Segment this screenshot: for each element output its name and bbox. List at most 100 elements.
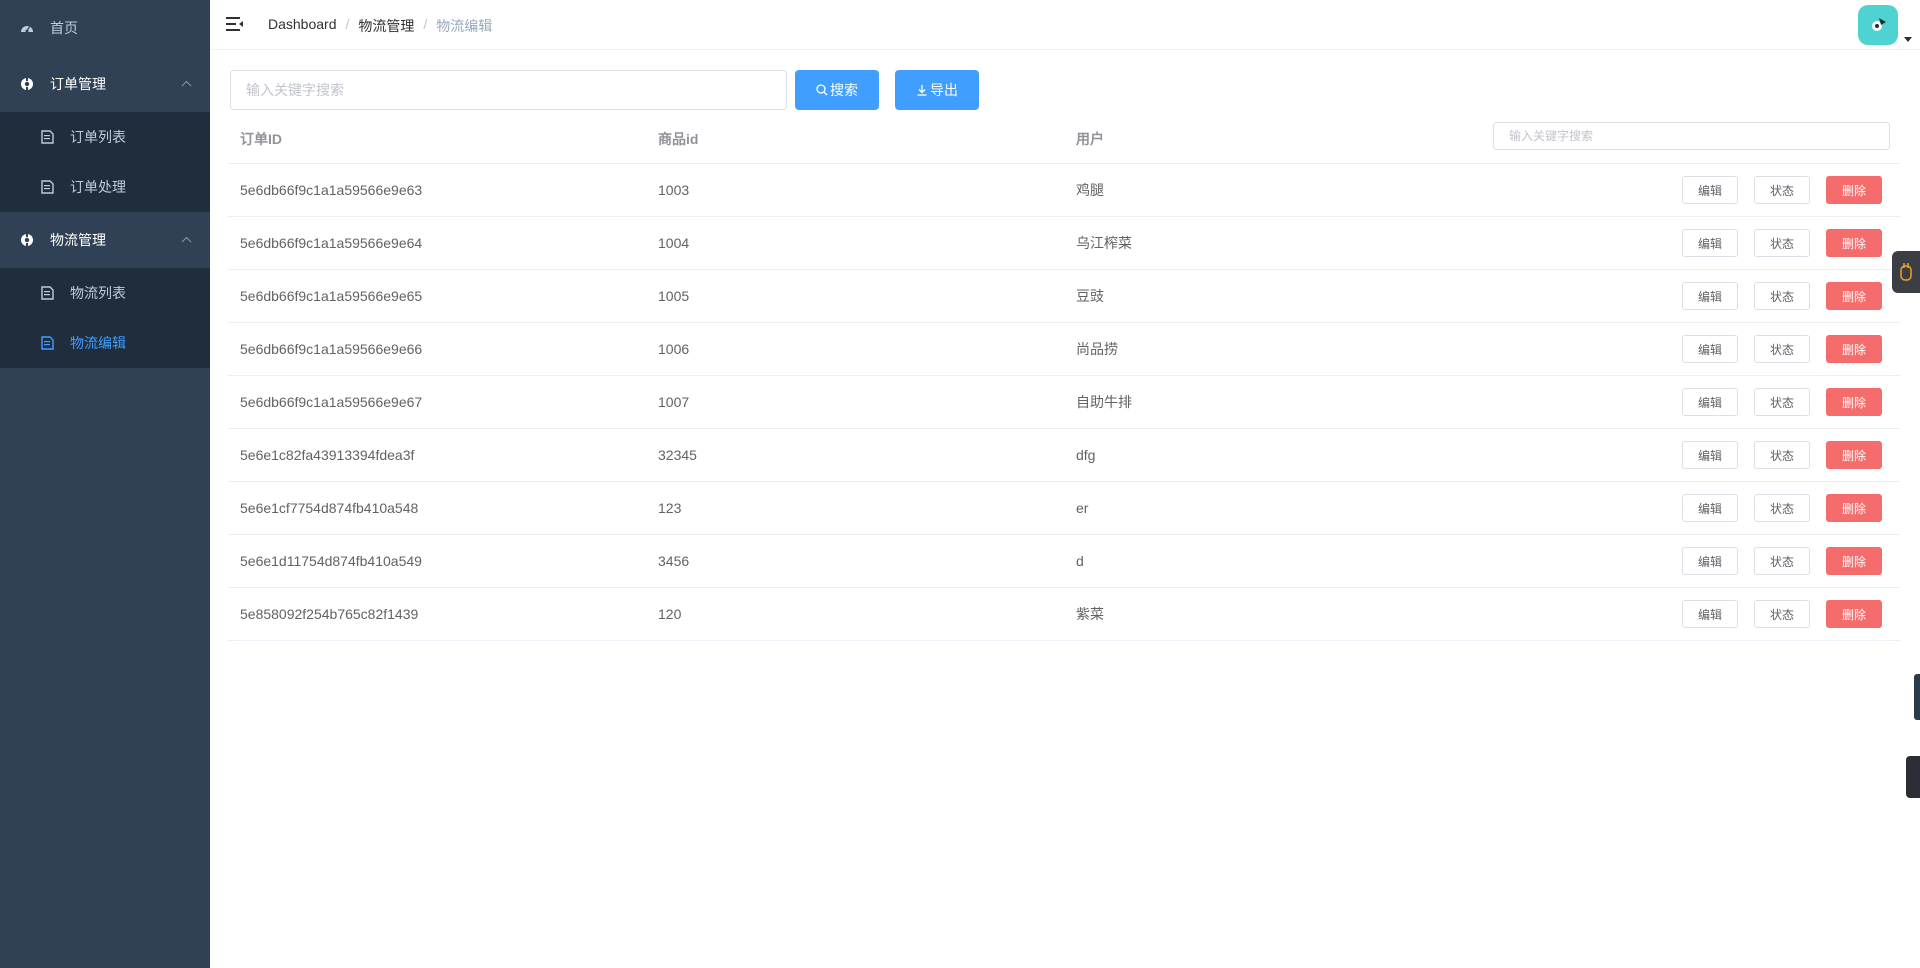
- sidebar-item-home[interactable]: 首页: [0, 0, 210, 56]
- delete-button[interactable]: 删除: [1826, 282, 1882, 310]
- delete-button[interactable]: 删除: [1826, 494, 1882, 522]
- cell-product-id: 1005: [658, 288, 690, 304]
- status-button[interactable]: 状态: [1754, 441, 1810, 469]
- submenu-logistics[interactable]: 物流管理: [0, 212, 210, 268]
- cell-product-id: 1004: [658, 235, 690, 251]
- column-header-order-id: 订单ID: [240, 131, 282, 147]
- export-button[interactable]: 导出: [895, 70, 979, 110]
- chevron-up-icon: [181, 236, 192, 247]
- sidebar-item-logistics-edit[interactable]: 物流编辑: [0, 318, 210, 368]
- sidebar-item-order-list[interactable]: 订单列表: [0, 112, 210, 162]
- submenu-title-label: 物流管理: [50, 232, 106, 248]
- cell-user: 豆豉: [1076, 288, 1104, 304]
- cell-order-id: 5e6e1cf7754d874fb410a548: [240, 500, 419, 516]
- breadcrumb-item-logistics[interactable]: 物流管理: [358, 16, 414, 36]
- table-row: 5e6db66f9c1a1a59566e9e64 1004 乌江榨菜 编辑 状态 删除: [228, 217, 1900, 270]
- row-actions: 编辑 状态 删除: [1482, 547, 1900, 575]
- delete-button[interactable]: 删除: [1826, 600, 1882, 628]
- cell-user: 乌江榨菜: [1076, 235, 1132, 251]
- row-actions: 编辑 状态 删除: [1482, 494, 1900, 522]
- cell-order-id: 5e6db66f9c1a1a59566e9e67: [240, 394, 423, 410]
- component-icon: [20, 77, 34, 91]
- cell-user: 尚品捞: [1076, 341, 1118, 357]
- delete-button[interactable]: 删除: [1826, 441, 1882, 469]
- status-button[interactable]: 状态: [1754, 176, 1810, 204]
- breadcrumb-separator: /: [423, 16, 428, 32]
- status-button[interactable]: 状态: [1754, 494, 1810, 522]
- table-row: 5e6e1c82fa43913394fdea3f 32345 dfg 编辑 状态 删除: [228, 429, 1900, 482]
- delete-button[interactable]: 删除: [1826, 229, 1882, 257]
- cell-user: er: [1076, 500, 1089, 516]
- sidebar-item-order-process[interactable]: 订单处理: [0, 162, 210, 212]
- edit-button[interactable]: 编辑: [1682, 600, 1738, 628]
- edit-button[interactable]: 编辑: [1682, 335, 1738, 363]
- search-button[interactable]: 搜索: [795, 70, 879, 110]
- edit-button[interactable]: 编辑: [1682, 494, 1738, 522]
- table-row: 5e6db66f9c1a1a59566e9e65 1005 豆豉 编辑 状态 删除: [228, 270, 1900, 323]
- table-header: 订单ID 商品id 用户: [228, 115, 1900, 164]
- delete-button[interactable]: 删除: [1826, 388, 1882, 416]
- delete-button[interactable]: 删除: [1826, 547, 1882, 575]
- document-icon: [40, 336, 54, 350]
- status-button[interactable]: 状态: [1754, 547, 1810, 575]
- breadcrumb: Dashboard / 物流管理 / 物流编辑: [268, 16, 492, 36]
- status-button[interactable]: 状态: [1754, 282, 1810, 310]
- user-menu[interactable]: [1858, 5, 1912, 45]
- cell-user: 紫菜: [1076, 606, 1104, 622]
- cell-order-id: 5e6e1d11754d874fb410a549: [240, 553, 422, 569]
- search-input[interactable]: [230, 70, 787, 110]
- submenu-orders[interactable]: 订单管理: [0, 56, 210, 112]
- cell-user: 自助牛排: [1076, 394, 1132, 410]
- table-row: 5e6e1cf7754d874fb410a548 123 er 编辑 状态 删除: [228, 482, 1900, 535]
- cell-order-id: 5e6db66f9c1a1a59566e9e65: [240, 288, 423, 304]
- cell-order-id: 5e6db66f9c1a1a59566e9e66: [240, 341, 423, 357]
- column-header-product-id: 商品id: [658, 131, 699, 147]
- floating-handle[interactable]: [1906, 756, 1920, 798]
- edit-button[interactable]: 编辑: [1682, 282, 1738, 310]
- document-icon: [40, 286, 54, 300]
- cell-order-id: 5e858092f254b765c82f1439: [240, 606, 419, 622]
- floating-tab[interactable]: [1914, 674, 1920, 720]
- delete-button[interactable]: 删除: [1826, 335, 1882, 363]
- table-row: 5e6db66f9c1a1a59566e9e63 1003 鸡腿 编辑 状态 删除: [228, 164, 1900, 217]
- table-row: 5e858092f254b765c82f1439 120 紫菜 编辑 状态 删除: [228, 588, 1900, 641]
- export-button-label: 导出: [930, 82, 958, 98]
- cell-product-id: 32345: [658, 447, 697, 463]
- table-row: 5e6db66f9c1a1a59566e9e67 1007 自助牛排 编辑 状态 删除: [228, 376, 1900, 429]
- chevron-up-icon: [181, 80, 192, 91]
- navbar: Dashboard / 物流管理 / 物流编辑: [210, 0, 1920, 50]
- status-button[interactable]: 状态: [1754, 335, 1810, 363]
- edit-button[interactable]: 编辑: [1682, 441, 1738, 469]
- submenu-title-label: 订单管理: [50, 76, 106, 92]
- column-header-user: 用户: [1076, 131, 1104, 147]
- row-actions: 编辑 状态 删除: [1482, 388, 1900, 416]
- sidebar: 首页 订单管理 订单列表 订单处理 物流管理 物流列表 物流编辑: [0, 0, 210, 968]
- edit-button[interactable]: 编辑: [1682, 229, 1738, 257]
- row-actions: 编辑 状态 删除: [1482, 335, 1900, 363]
- sidebar-item-label: 首页: [50, 20, 78, 36]
- delete-button[interactable]: 删除: [1826, 176, 1882, 204]
- cell-order-id: 5e6db66f9c1a1a59566e9e63: [240, 182, 423, 198]
- floating-tool-button[interactable]: [1892, 251, 1920, 293]
- sidebar-item-logistics-list[interactable]: 物流列表: [0, 268, 210, 318]
- cell-product-id: 120: [658, 606, 682, 622]
- search-icon: [816, 84, 828, 96]
- edit-button[interactable]: 编辑: [1682, 388, 1738, 416]
- document-icon: [40, 180, 54, 194]
- table-body: 5e6db66f9c1a1a59566e9e63 1003 鸡腿 编辑 状态 删除 5e6d…: [228, 164, 1900, 641]
- edit-button[interactable]: 编辑: [1682, 176, 1738, 204]
- cell-order-id: 5e6e1c82fa43913394fdea3f: [240, 447, 415, 463]
- cell-product-id: 1003: [658, 182, 690, 198]
- sidebar-item-label: 物流编辑: [70, 335, 126, 351]
- hamburger-icon[interactable]: [226, 16, 244, 32]
- dashboard-icon: [20, 21, 34, 35]
- edit-button[interactable]: 编辑: [1682, 547, 1738, 575]
- cell-order-id: 5e6db66f9c1a1a59566e9e64: [240, 235, 423, 251]
- avatar[interactable]: [1858, 5, 1898, 45]
- status-button[interactable]: 状态: [1754, 600, 1810, 628]
- breadcrumb-item-dashboard[interactable]: Dashboard: [268, 16, 337, 36]
- status-button[interactable]: 状态: [1754, 388, 1810, 416]
- status-button[interactable]: 状态: [1754, 229, 1810, 257]
- table-search-input[interactable]: [1493, 122, 1890, 150]
- component-icon: [20, 233, 34, 247]
